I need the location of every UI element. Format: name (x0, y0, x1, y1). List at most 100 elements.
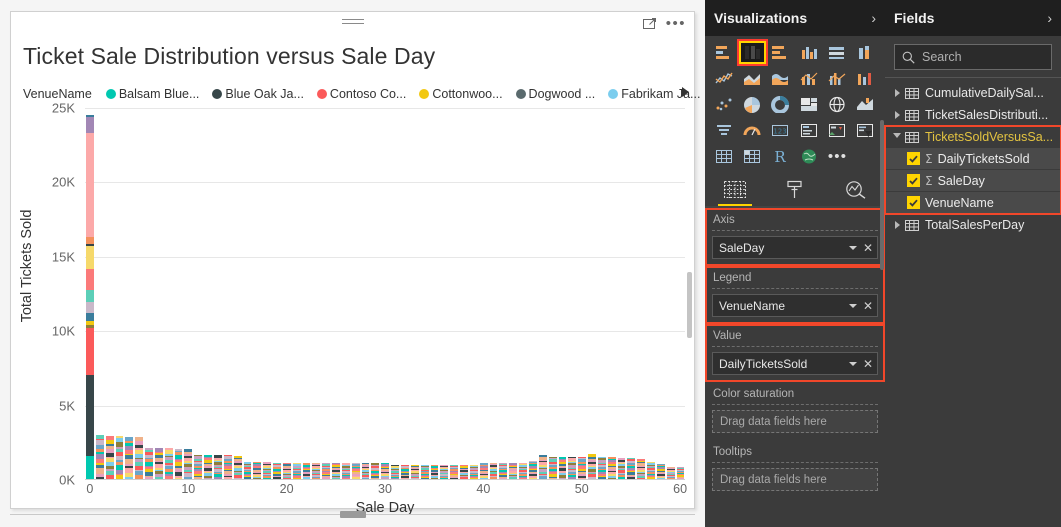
stacked-bar[interactable] (204, 455, 212, 479)
stacked-bar[interactable] (253, 462, 262, 479)
well-legend[interactable]: Legend VenueName ✕ (705, 266, 885, 324)
bar-segment[interactable] (410, 477, 419, 479)
chevron-down-icon[interactable] (891, 132, 903, 142)
table-row[interactable]: TicketsSoldVersusSa... (885, 126, 1061, 148)
bar-segment[interactable] (519, 477, 527, 479)
bar-segment[interactable] (135, 474, 144, 479)
bar-segment[interactable] (617, 476, 626, 479)
slicer-icon[interactable] (853, 119, 879, 142)
ribbon-chart-icon[interactable] (853, 67, 879, 90)
bar-segment[interactable] (489, 477, 498, 479)
stacked-bar[interactable] (627, 458, 636, 479)
bar-segment[interactable] (450, 478, 459, 479)
stacked-bar[interactable] (597, 456, 606, 479)
stacked-bar[interactable] (135, 437, 144, 479)
stacked-bar[interactable] (499, 462, 508, 479)
stacked-bar[interactable] (617, 457, 626, 479)
field-checkbox[interactable] (907, 174, 920, 187)
bar-segment[interactable] (381, 477, 390, 479)
bar-segment[interactable] (420, 478, 429, 479)
visual-resize-handle[interactable] (10, 511, 695, 518)
bar-segment[interactable] (273, 477, 281, 479)
stacked-bar[interactable] (332, 462, 340, 479)
chevron-right-icon[interactable]: › (1047, 10, 1052, 26)
stacked-bar[interactable] (479, 462, 488, 479)
clustered-bar-chart-icon[interactable] (768, 41, 794, 64)
stacked-bar[interactable] (273, 462, 281, 479)
stacked-bar[interactable] (548, 456, 557, 479)
stacked-bar[interactable] (243, 462, 252, 479)
bar-segment[interactable] (86, 290, 94, 302)
stacked-bar[interactable] (666, 466, 675, 479)
bar-segment[interactable] (164, 475, 173, 479)
legend-item[interactable]: Cottonwoo... (419, 87, 503, 101)
stacked-bar[interactable] (430, 464, 439, 479)
bar-segment[interactable] (86, 246, 94, 270)
drag-handle-icon[interactable] (341, 19, 364, 26)
map-icon[interactable] (824, 93, 850, 116)
bar-segment[interactable] (233, 477, 242, 479)
fields-tab[interactable] (712, 174, 758, 206)
bar-segment[interactable] (105, 474, 114, 479)
focus-mode-icon[interactable] (642, 17, 657, 31)
well-axis[interactable]: Axis SaleDay ✕ (705, 208, 885, 266)
field-row[interactable]: Σ SaleDay (885, 170, 1061, 192)
stacked-bar[interactable] (381, 463, 390, 479)
chevron-right-icon[interactable]: › (871, 10, 876, 26)
visual-type-gallery[interactable]: 123 R ••• (705, 36, 885, 172)
field-checkbox[interactable] (907, 196, 920, 209)
arcgis-map-icon[interactable] (796, 145, 822, 168)
bar-segment[interactable] (86, 313, 94, 321)
bar-segment[interactable] (154, 477, 163, 479)
area-chart-icon[interactable] (739, 67, 765, 90)
bar-segment[interactable] (194, 476, 203, 479)
line-stacked-column-icon[interactable] (796, 67, 822, 90)
bar-segment[interactable] (676, 477, 685, 479)
kpi-icon[interactable] (824, 119, 850, 142)
bar-segment[interactable] (213, 476, 222, 479)
bar-segment[interactable] (86, 455, 94, 479)
stacked-bar[interactable] (676, 467, 685, 479)
chevron-down-icon[interactable] (848, 245, 857, 250)
bar-segment[interactable] (243, 477, 252, 479)
bar-segment[interactable] (607, 478, 616, 479)
bar-segment[interactable] (351, 477, 360, 479)
stacked-bar[interactable] (184, 448, 193, 479)
bar-segment[interactable] (86, 301, 94, 314)
table-row[interactable]: TicketSalesDistributi... (885, 104, 1061, 126)
treemap-icon[interactable] (796, 93, 822, 116)
stacked-bar[interactable] (351, 463, 360, 479)
stacked-bar-chart-icon[interactable] (711, 41, 737, 64)
chart-vertical-scrollbar[interactable] (687, 272, 692, 338)
stacked-bar[interactable] (410, 464, 419, 479)
stacked-bar[interactable] (509, 462, 518, 479)
legend-next-arrow-icon[interactable] (682, 87, 689, 97)
stacked-bar[interactable] (558, 456, 567, 479)
bar-segment[interactable] (332, 477, 340, 479)
chart-visual[interactable]: ••• Ticket Sale Distribution versus Sale… (10, 11, 795, 516)
field-row[interactable]: VenueName (885, 192, 1061, 214)
remove-field-icon[interactable]: ✕ (863, 242, 873, 254)
field-dropzone[interactable]: Drag data fields here (712, 410, 878, 433)
multi-row-card-icon[interactable] (796, 119, 822, 142)
stacked-bar[interactable] (460, 465, 468, 479)
stacked-bar[interactable] (115, 436, 124, 479)
bar-segment[interactable] (568, 476, 577, 479)
bar-segment[interactable] (656, 478, 665, 479)
stacked-bar[interactable] (519, 462, 527, 479)
bar-segment[interactable] (184, 476, 193, 479)
table-icon[interactable] (711, 145, 737, 168)
chevron-right-icon[interactable] (891, 89, 903, 97)
chevron-right-icon[interactable] (891, 111, 903, 119)
stacked-bar[interactable] (125, 436, 134, 479)
bar-segment[interactable] (86, 133, 94, 238)
bar-segment[interactable] (312, 478, 321, 479)
stacked-bar[interactable] (282, 462, 291, 479)
stacked-bar[interactable] (440, 465, 449, 479)
bar-segment[interactable] (479, 477, 488, 479)
stacked-bar[interactable] (647, 461, 655, 479)
bar-segment[interactable] (666, 478, 675, 479)
stacked-column-chart-icon[interactable] (737, 39, 768, 66)
table-row[interactable]: CumulativeDailySal... (885, 82, 1061, 104)
field-row[interactable]: Σ DailyTicketsSold (885, 148, 1061, 170)
